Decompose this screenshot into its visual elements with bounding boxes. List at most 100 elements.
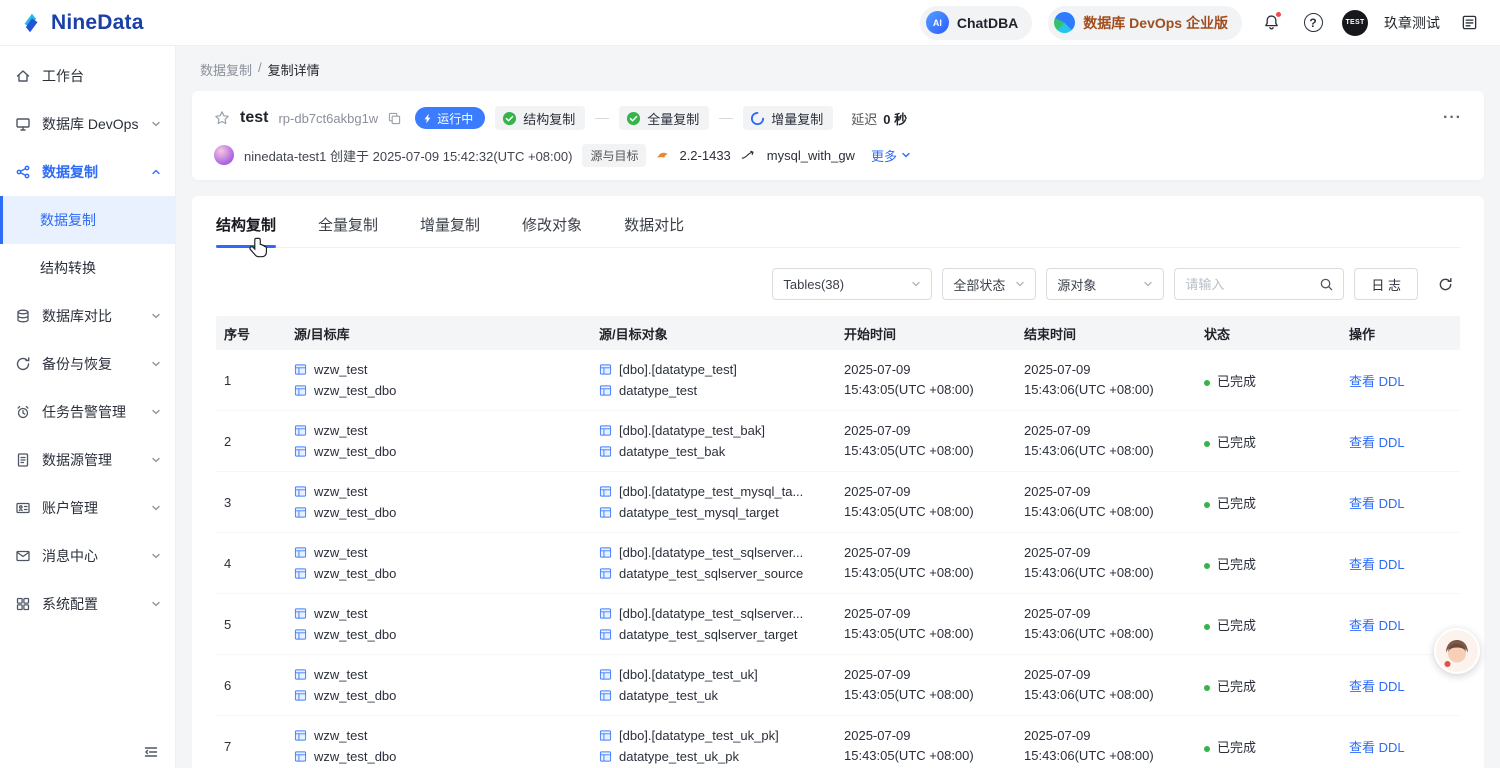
tables-select[interactable]: Tables(38) — [772, 268, 933, 300]
sidebar: 工作台 数据库 DevOps 数据复制 数据复制 结构转换 数据库对比 备份与恢… — [0, 46, 176, 768]
tab-bar: 结构复制 全量复制 增量复制 修改对象 数据对比 — [216, 214, 1460, 248]
delay-indicator: 延迟 0 秒 — [851, 111, 908, 127]
table-row: 7 wzw_test wzw_test_dbo [dbo].[datatype_… — [216, 716, 1460, 768]
sidebar-item-data-replication[interactable]: 数据复制 — [0, 148, 175, 196]
notification-dot — [1275, 10, 1282, 18]
creator-avatar — [214, 145, 234, 165]
tab-structure-replication[interactable]: 结构复制 — [216, 214, 277, 248]
ai-icon: AI — [925, 11, 949, 34]
task-panel-icon[interactable] — [1456, 10, 1482, 36]
status-dot — [1204, 501, 1210, 508]
table-row: 2 wzw_test wzw_test_dbo [dbo].[datatype_… — [216, 411, 1460, 472]
view-ddl-link[interactable]: 查看 DDL — [1349, 374, 1405, 389]
status-select[interactable]: 全部状态 — [942, 268, 1037, 300]
table-row: 6 wzw_test wzw_test_dbo [dbo].[datatype_… — [216, 655, 1460, 716]
view-ddl-link[interactable]: 查看 DDL — [1349, 618, 1405, 633]
table-icon — [599, 506, 612, 519]
user-name[interactable]: 玖章测试 — [1384, 13, 1440, 33]
edition-switcher[interactable]: 数据库 DevOps 企业版 — [1048, 5, 1242, 40]
chevron-up-icon — [151, 167, 161, 177]
sidebar-item-database-compare[interactable]: 数据库对比 — [0, 292, 175, 340]
table-icon — [599, 607, 612, 620]
view-ddl-link[interactable]: 查看 DDL — [1349, 740, 1405, 755]
breadcrumb-current: 复制详情 — [267, 63, 320, 78]
source-object-select[interactable]: 源对象 — [1046, 268, 1165, 300]
chevron-down-icon — [151, 407, 161, 417]
source-target-badge: 源与目标 — [582, 143, 647, 167]
search-box — [1174, 268, 1345, 300]
table-row: 5 wzw_test wzw_test_dbo [dbo].[datatype_… — [216, 594, 1460, 655]
lightning-icon — [424, 113, 432, 124]
view-ddl-link[interactable]: 查看 DDL — [1349, 679, 1405, 694]
tab-full-replication[interactable]: 全量复制 — [318, 214, 378, 247]
table-row: 4 wzw_test wzw_test_dbo [dbo].[datatype_… — [216, 533, 1460, 594]
notification-bell-icon[interactable] — [1258, 10, 1284, 36]
copy-icon[interactable] — [388, 112, 401, 125]
sidebar-item-datasource[interactable]: 数据源管理 — [0, 436, 175, 484]
breadcrumb: 数据复制 / 复制详情 — [176, 46, 1500, 91]
view-ddl-link[interactable]: 查看 DDL — [1349, 435, 1405, 450]
status-badge[interactable]: 运行中 — [415, 107, 486, 129]
sidebar-subitem-data-replication[interactable]: 数据复制 — [0, 196, 175, 244]
table-icon — [599, 689, 612, 702]
tab-data-compare[interactable]: 数据对比 — [624, 214, 684, 247]
more-link[interactable]: 更多 — [871, 146, 911, 165]
start-time: 2025-07-09 15:43:05(UTC +08:00) — [844, 362, 974, 397]
search-icon[interactable] — [1319, 277, 1334, 292]
table-icon — [294, 567, 307, 580]
table-icon — [599, 750, 612, 763]
creator-line: ninedata-test1 创建于 2025-07-09 15:42:32(U… — [244, 148, 573, 164]
chevron-down-icon — [1143, 279, 1153, 289]
tab-incremental-replication[interactable]: 增量复制 — [420, 214, 480, 247]
row-status: 已完成 — [1196, 737, 1341, 756]
breadcrumb-parent[interactable]: 数据复制 — [200, 60, 252, 79]
spinner-icon — [750, 111, 765, 126]
table-icon — [294, 445, 307, 458]
sidebar-item-system-config[interactable]: 系统配置 — [0, 580, 175, 628]
star-icon[interactable] — [214, 110, 230, 126]
end-time: 2025-07-09 15:43:06(UTC +08:00) — [1024, 484, 1154, 519]
table-icon — [599, 485, 612, 498]
tab-modify-objects[interactable]: 修改对象 — [522, 214, 582, 247]
breadcrumb-separator: / — [258, 60, 262, 75]
filter-bar: Tables(38) 全部状态 源对象 日 志 — [216, 268, 1460, 300]
sidebar-item-workbench[interactable]: 工作台 — [0, 52, 175, 100]
backup-icon — [14, 356, 32, 372]
sidebar-item-backup-restore[interactable]: 备份与恢复 — [0, 340, 175, 388]
log-button[interactable]: 日 志 — [1354, 268, 1418, 300]
chevron-down-icon — [151, 599, 161, 609]
refresh-icon[interactable] — [1430, 268, 1460, 300]
user-avatar[interactable]: TEST — [1342, 9, 1368, 36]
table-icon — [294, 750, 307, 763]
sidebar-subitem-structure-conversion[interactable]: 结构转换 — [0, 244, 175, 292]
help-icon[interactable] — [1300, 10, 1326, 36]
more-actions-icon[interactable] — [1443, 109, 1462, 127]
document-icon — [14, 452, 32, 468]
table-icon — [599, 628, 612, 641]
status-dot — [1204, 745, 1210, 752]
brand-logo[interactable]: NineData — [18, 10, 144, 36]
app-root: NineData AI ChatDBA 数据库 DevOps 企业版 TEST … — [0, 0, 1500, 768]
status-dot — [1204, 440, 1210, 447]
sidebar-item-message-center[interactable]: 消息中心 — [0, 532, 175, 580]
sidebar-item-task-alert[interactable]: 任务告警管理 — [0, 388, 175, 436]
view-ddl-link[interactable]: 查看 DDL — [1349, 496, 1405, 511]
sidebar-item-database-devops[interactable]: 数据库 DevOps — [0, 100, 175, 148]
chatdba-button[interactable]: AI ChatDBA — [919, 5, 1033, 40]
chevron-down-icon — [151, 455, 161, 465]
view-ddl-link[interactable]: 查看 DDL — [1349, 557, 1405, 572]
support-avatar[interactable] — [1434, 628, 1480, 674]
search-input[interactable] — [1185, 276, 1312, 292]
target-gateway: mysql_with_gw — [766, 147, 855, 163]
collapse-sidebar-icon[interactable] — [143, 744, 159, 760]
source-db-icon — [656, 149, 669, 162]
chevron-down-icon — [151, 551, 161, 561]
chevron-down-icon — [1015, 279, 1025, 289]
task-name: test — [240, 109, 269, 126]
table-body: 1 wzw_test wzw_test_dbo [dbo].[datatype_… — [216, 350, 1460, 768]
table-icon — [599, 567, 612, 580]
arrow-icon — [741, 149, 757, 161]
start-time: 2025-07-09 15:43:05(UTC +08:00) — [844, 545, 974, 580]
sidebar-item-account[interactable]: 账户管理 — [0, 484, 175, 532]
task-id: rp-db7ct6akbg1w — [278, 110, 379, 126]
